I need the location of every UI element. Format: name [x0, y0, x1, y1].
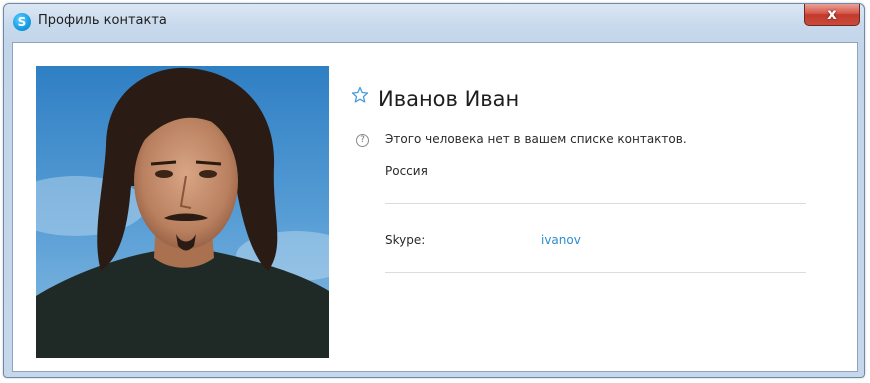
not-in-contacts-notice: Этого человека нет в вашем списке контак…	[385, 132, 687, 146]
skype-label: Skype:	[385, 233, 426, 247]
divider-bottom	[385, 272, 806, 273]
skype-icon: S	[13, 13, 31, 31]
star-outline-icon[interactable]	[351, 86, 369, 104]
question-circle-icon: ?	[356, 134, 369, 147]
close-button[interactable]: x	[804, 4, 860, 26]
contact-name: Иванов Иван	[378, 87, 520, 111]
contact-country: Россия	[385, 164, 428, 178]
title-bar[interactable]: S Профиль контакта x	[4, 4, 864, 40]
profile-panel: Иванов Иван ? Этого человека нет в вашем…	[12, 42, 858, 372]
profile-window: S Профиль контакта x Иванов Иван ? Этого…	[3, 3, 865, 378]
divider-top	[385, 203, 806, 204]
window-title: Профиль контакта	[38, 13, 167, 28]
skype-name-link[interactable]: ivanov	[541, 233, 581, 247]
close-icon: x	[827, 5, 837, 23]
contact-photo-image	[36, 66, 329, 358]
contact-photo	[36, 66, 329, 358]
